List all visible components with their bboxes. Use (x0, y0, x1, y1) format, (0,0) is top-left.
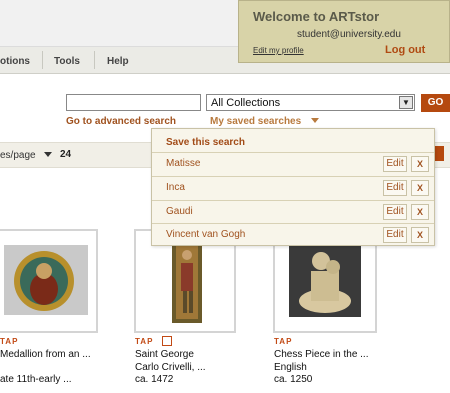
saved-searches-dropdown: Save this search Matisse Edit X Inca Edi… (151, 128, 435, 246)
caret-down-icon[interactable] (44, 152, 52, 157)
delete-button[interactable]: X (411, 156, 429, 172)
per-page-label[interactable]: es/page (0, 150, 36, 161)
collection-select[interactable]: All Collections ▼ (206, 94, 415, 111)
go-button[interactable]: GO (421, 94, 450, 112)
chevron-down-icon[interactable]: ▼ (399, 96, 413, 109)
edit-button[interactable]: Edit (383, 156, 407, 172)
edit-button[interactable]: Edit (383, 204, 407, 220)
welcome-title: Welcome to ARTstor (253, 9, 380, 24)
result-date: ate 11th-early ... (0, 374, 72, 385)
result-thumbnail[interactable] (0, 229, 98, 333)
menu-divider (42, 51, 43, 69)
per-page-value: 24 (60, 149, 72, 160)
user-email: student@university.edu (297, 29, 401, 40)
tap-badge: TAP (0, 337, 19, 346)
result-creator: English (274, 362, 307, 373)
edit-profile-link[interactable]: Edit my profile (253, 46, 304, 55)
result-title[interactable]: Saint George (135, 349, 194, 360)
saved-search-label[interactable]: Matisse (166, 158, 200, 169)
advanced-search-link[interactable]: Go to advanced search (66, 116, 176, 127)
menu-options[interactable]: otions (0, 56, 30, 67)
delete-button[interactable]: X (411, 204, 429, 220)
save-search-link[interactable]: Save this search (166, 137, 245, 148)
edit-button[interactable]: Edit (383, 227, 407, 243)
saved-search-item: Inca Edit X (152, 176, 434, 199)
saint-george-image (172, 241, 202, 323)
result-title[interactable]: Chess Piece in the ... (274, 349, 369, 360)
chess-piece-image (289, 243, 361, 317)
delete-button[interactable]: X (411, 227, 429, 243)
saved-search-item: Gaudi Edit X (152, 200, 434, 223)
medallion-image (4, 245, 88, 315)
collection-value: All Collections (211, 97, 281, 109)
search-input[interactable] (66, 94, 201, 111)
welcome-panel: Welcome to ARTstor student@university.ed… (238, 0, 450, 63)
caret-down-icon[interactable] (311, 118, 319, 123)
result-date: ca. 1250 (274, 374, 313, 385)
saved-searches-link[interactable]: My saved searches (210, 116, 301, 127)
edit-button[interactable]: Edit (383, 180, 407, 196)
logout-link[interactable]: Log out (385, 44, 425, 56)
menu-divider (94, 51, 95, 69)
tap-badge: TAP (274, 337, 293, 346)
image-icon[interactable] (162, 336, 172, 346)
saved-search-item: Matisse Edit X (152, 152, 434, 175)
saved-search-label[interactable]: Vincent van Gogh (166, 229, 245, 240)
saved-search-label[interactable]: Inca (166, 182, 185, 193)
result-title[interactable]: Medallion from an ... (0, 349, 91, 360)
saved-search-item: Vincent van Gogh Edit X (152, 223, 434, 246)
saved-search-label[interactable]: Gaudi (166, 206, 193, 217)
menu-tools[interactable]: Tools (54, 56, 80, 67)
delete-button[interactable]: X (411, 180, 429, 196)
menu-help[interactable]: Help (107, 56, 129, 67)
tap-badge: TAP (135, 337, 154, 346)
result-creator: Carlo Crivelli, ... (135, 362, 206, 373)
result-date: ca. 1472 (135, 374, 174, 385)
